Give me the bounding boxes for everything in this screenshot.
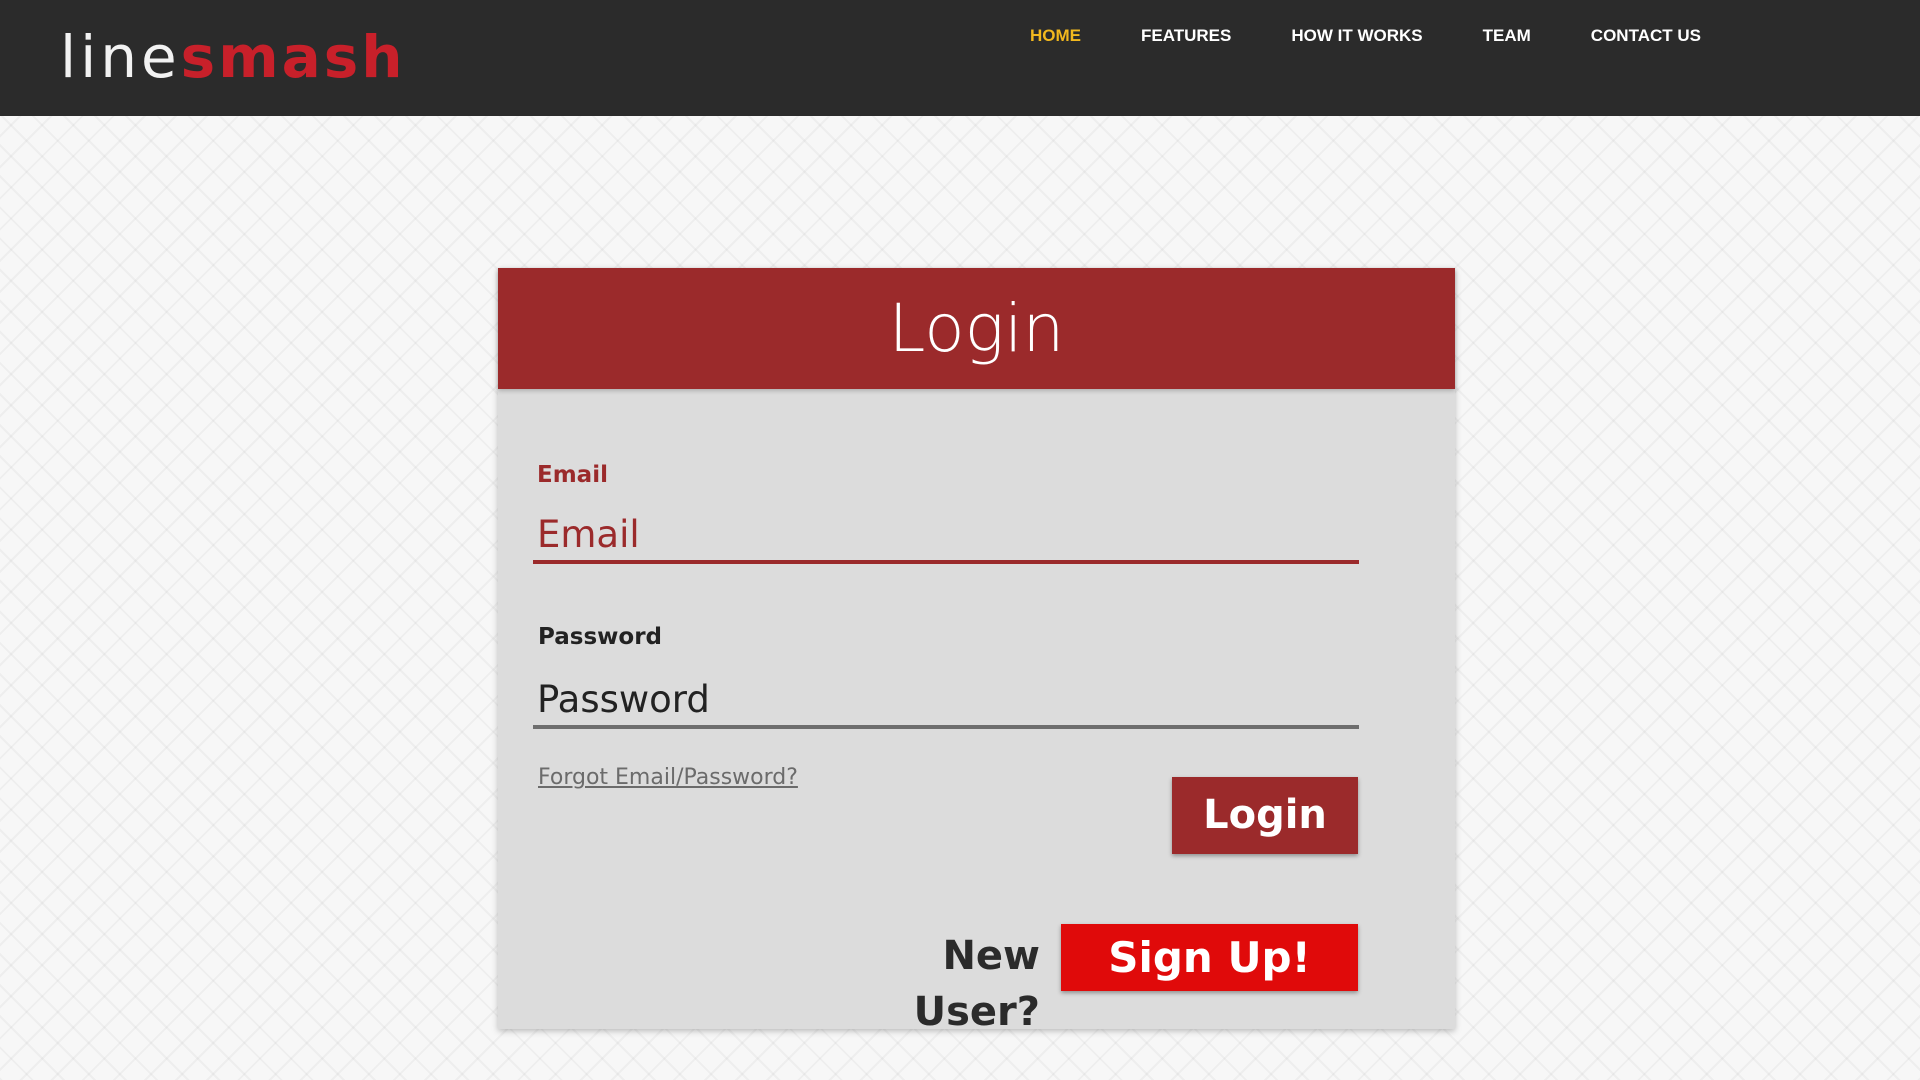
nav-item-how-it-works[interactable]: HOW IT WORKS [1291, 24, 1422, 48]
new-user-text: New User? [913, 933, 1040, 1035]
email-label: Email [537, 462, 608, 488]
login-button[interactable]: Login [1172, 777, 1358, 854]
main-nav: HOME FEATURES HOW IT WORKS TEAM CONTACT … [1030, 24, 1701, 48]
top-navbar: linesmash HOME FEATURES HOW IT WORKS TEA… [0, 0, 1920, 116]
nav-item-contact-us[interactable]: CONTACT US [1591, 24, 1701, 48]
linesmash-logo[interactable]: linesmash [60, 22, 406, 92]
email-field[interactable] [533, 508, 1359, 564]
logo-text-line: line [60, 23, 181, 91]
login-card-header: Login [498, 268, 1455, 389]
nav-item-home[interactable]: HOME [1030, 24, 1081, 48]
nav-item-team[interactable]: TEAM [1483, 24, 1531, 48]
forgot-password-link[interactable]: Forgot Email/Password? [538, 764, 798, 792]
login-card: Login Email Password Forgot Email/Passwo… [498, 268, 1455, 1035]
login-title: Login [888, 290, 1065, 367]
password-label: Password [538, 624, 662, 650]
logo-text-smash: smash [180, 23, 406, 91]
nav-item-features[interactable]: FEATURES [1141, 24, 1231, 48]
password-field[interactable] [533, 673, 1359, 729]
sign-up-button[interactable]: Sign Up! [1061, 924, 1358, 991]
